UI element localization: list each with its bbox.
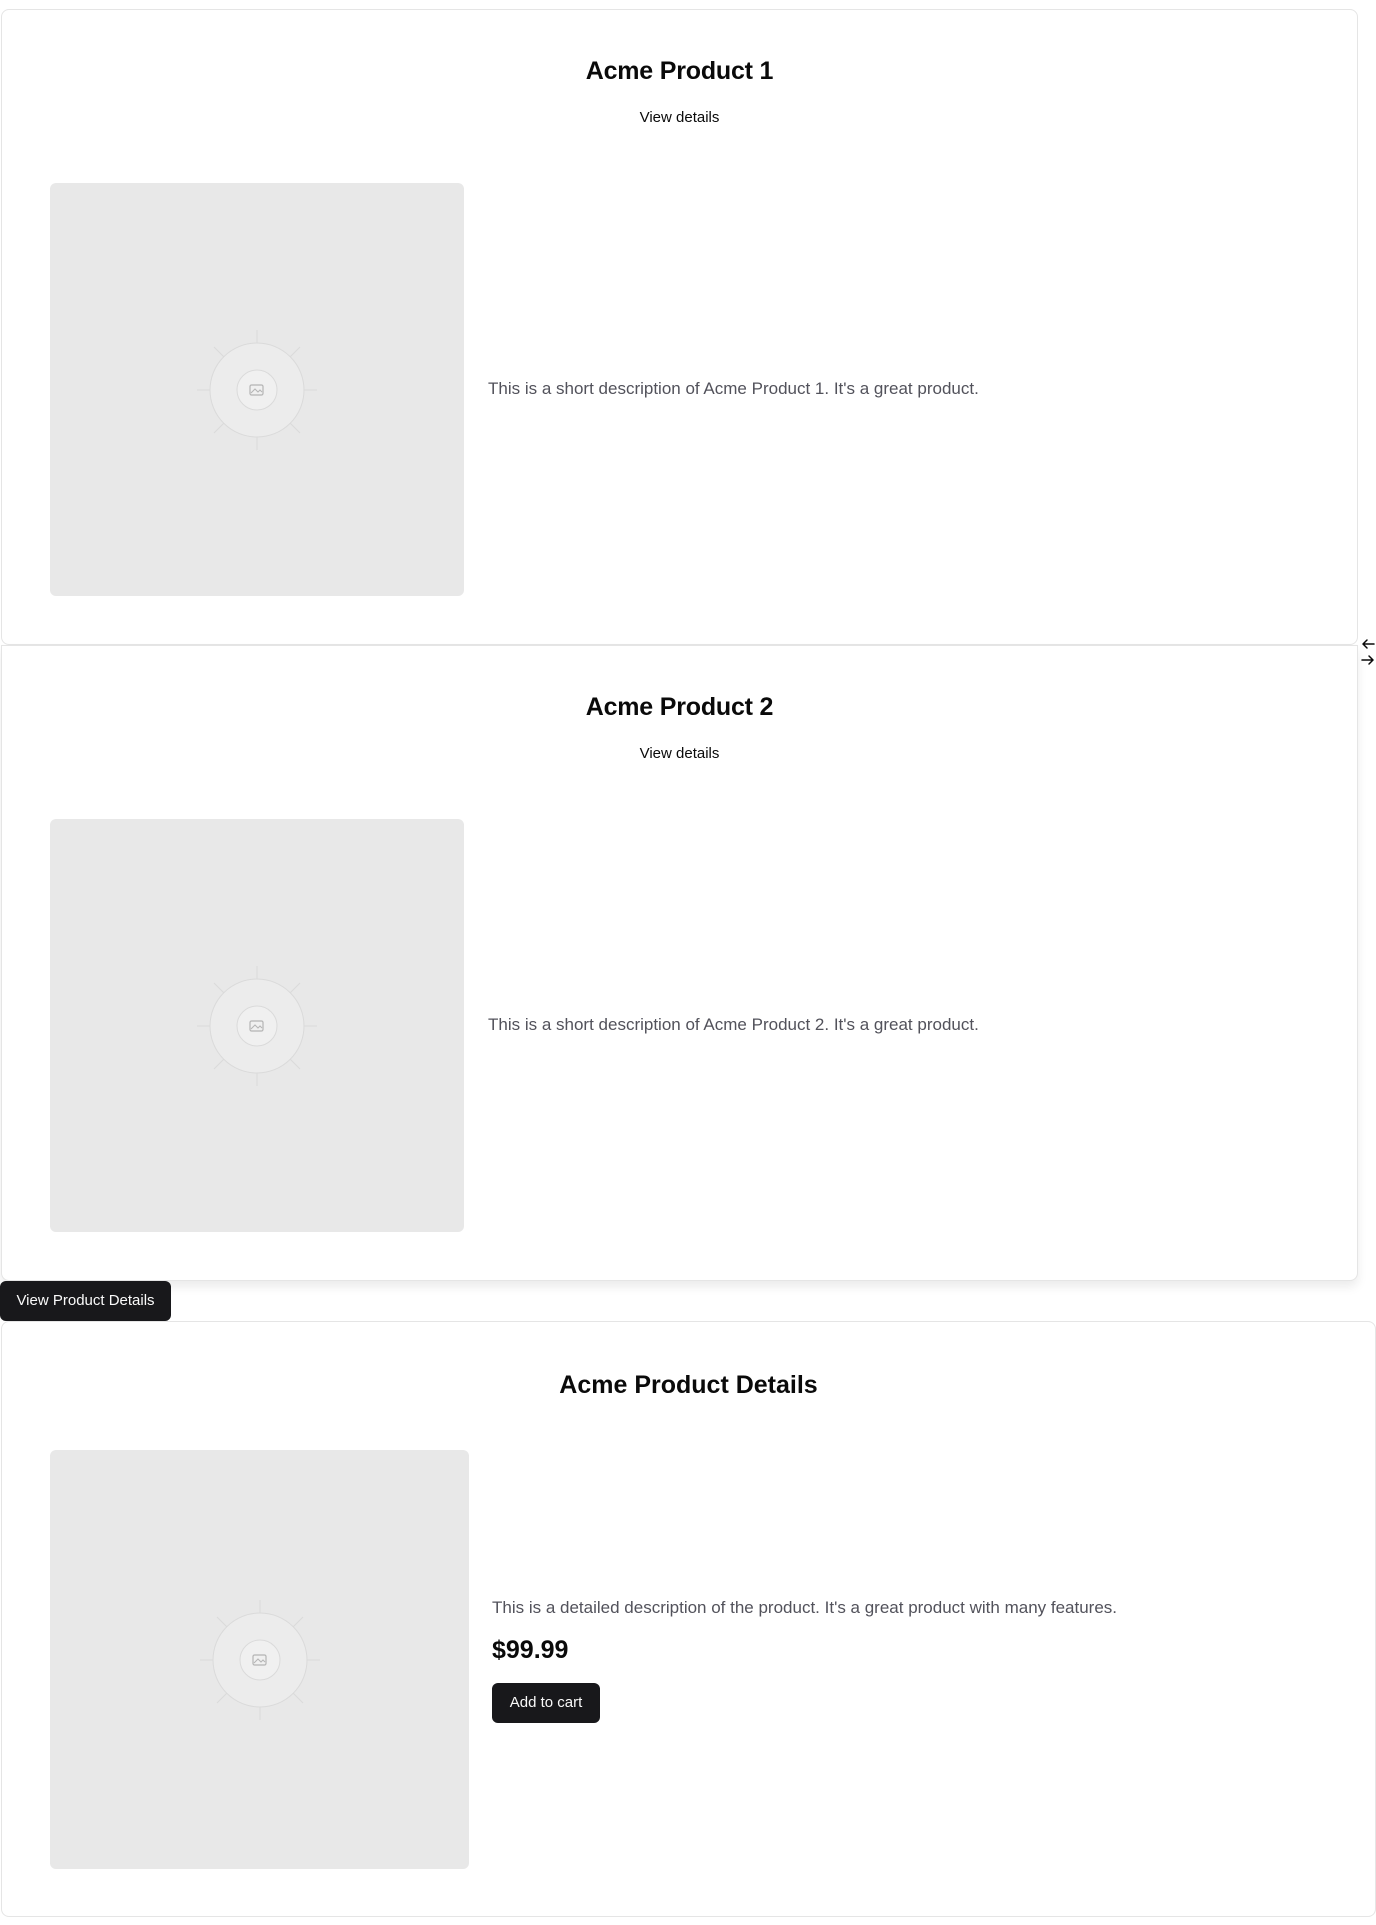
product-details-card: Acme Product Details This is a detailed … xyxy=(1,1321,1376,1917)
product-title: Acme Product 2 xyxy=(585,693,774,721)
details-description: This is a detailed description of the pr… xyxy=(492,1598,1118,1617)
add-to-cart-button[interactable]: Add to cart xyxy=(492,1683,600,1723)
image-placeholder-icon xyxy=(199,1599,320,1720)
arrow-right-icon xyxy=(1361,655,1374,665)
view-details-link[interactable]: View details xyxy=(632,741,728,766)
product-image xyxy=(50,819,464,1232)
product-title: Acme Product 1 xyxy=(585,57,774,85)
product-card: Acme Product 2 View details This is a sh… xyxy=(1,645,1358,1281)
product-description: This is a short description of Acme Prod… xyxy=(488,379,979,398)
details-price: $99.99 xyxy=(492,1636,569,1664)
view-product-details-button[interactable]: View Product Details xyxy=(0,1281,171,1321)
carousel-next-button[interactable] xyxy=(1360,653,1376,667)
view-details-link[interactable]: View details xyxy=(632,105,728,130)
image-placeholder-icon xyxy=(197,965,317,1086)
carousel-prev-button[interactable] xyxy=(1360,637,1376,651)
page: Acme Product 1 View details This is a sh… xyxy=(0,0,1376,1925)
product-card: Acme Product 1 View details This is a sh… xyxy=(1,9,1358,645)
product-image xyxy=(50,183,464,596)
image-placeholder-icon xyxy=(197,329,317,450)
details-title: Acme Product Details xyxy=(559,1371,818,1399)
product-carousel: Acme Product 1 View details This is a sh… xyxy=(0,9,1376,1281)
arrow-left-icon xyxy=(1362,639,1375,649)
details-image xyxy=(50,1450,469,1869)
product-description: This is a short description of Acme Prod… xyxy=(488,1015,979,1034)
